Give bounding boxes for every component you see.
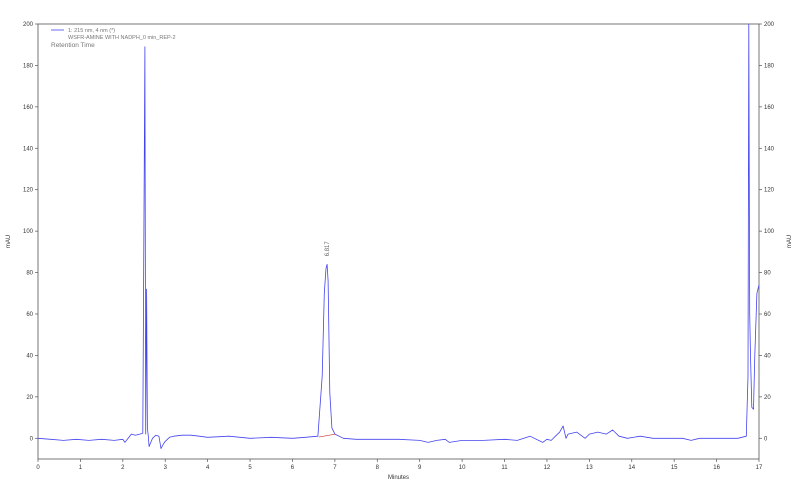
y-tick-label-right: 80 bbox=[764, 271, 771, 277]
y-tick-label-right: 140 bbox=[764, 146, 775, 152]
y-tick-label-right: 180 bbox=[764, 63, 775, 69]
x-tick-label: 0 bbox=[36, 465, 40, 471]
y-tick-label-left: 20 bbox=[26, 395, 33, 401]
y-tick-label-left: 80 bbox=[26, 271, 33, 277]
y-tick-label-right: 100 bbox=[764, 229, 775, 235]
x-tick-label: 6 bbox=[291, 465, 295, 471]
peak-baseline bbox=[318, 433, 335, 438]
x-tick-label: 5 bbox=[248, 465, 252, 471]
x-tick-label: 2 bbox=[121, 465, 125, 471]
y-axis-title-right: mAU bbox=[787, 235, 793, 248]
x-tick-label: 10 bbox=[459, 465, 466, 471]
y-tick-label-left: 140 bbox=[23, 146, 34, 152]
y-tick-label-left: 100 bbox=[23, 229, 34, 235]
legend-series-name: WSFR-AMINE WITH NADPH_0 min_REP-2 bbox=[68, 35, 176, 41]
x-tick-label: 3 bbox=[164, 465, 168, 471]
x-tick-label: 8 bbox=[376, 465, 380, 471]
y-tick-label-right: 200 bbox=[764, 22, 775, 28]
x-tick-label: 11 bbox=[501, 465, 508, 471]
x-tick-label: 1 bbox=[79, 465, 83, 471]
x-tick-label: 9 bbox=[418, 465, 422, 471]
peak-label: 6.817 bbox=[325, 241, 331, 257]
y-tick-label-right: 160 bbox=[764, 105, 775, 111]
y-tick-label-left: 160 bbox=[23, 105, 34, 111]
x-tick-label: 16 bbox=[713, 465, 720, 471]
x-axis-title: Minutes bbox=[388, 475, 409, 481]
axis-ticks: 0 1 2 3 4 5 6 7 8 9 10 11 12 13 14 15 16 170 020 2040 4060 60… bbox=[23, 22, 775, 471]
chromatogram-chart: 0 1 2 3 4 5 6 7 8 9 10 11 12 13 14 15 16 170 020 2040 4060 60… bbox=[6, 22, 793, 481]
series-line bbox=[37, 23, 760, 450]
x-tick-label: 14 bbox=[628, 465, 635, 471]
y-tick-label-left: 120 bbox=[23, 188, 34, 194]
y-tick-label-right: 120 bbox=[764, 188, 775, 194]
y-tick-label-left: 60 bbox=[26, 312, 33, 318]
y-tick-label-right: 20 bbox=[764, 395, 771, 401]
y-tick-label-right: 60 bbox=[764, 312, 771, 318]
series-layer bbox=[37, 23, 760, 450]
legend: 1: 215 nm, 4 nm (*) WSFR-AMINE WITH NADP… bbox=[51, 28, 176, 49]
y-tick-label-left: 200 bbox=[23, 22, 34, 28]
y-tick-label-left: 40 bbox=[26, 353, 33, 359]
y-tick-label-right: 0 bbox=[764, 436, 768, 442]
x-tick-label: 15 bbox=[671, 465, 678, 471]
x-tick-label: 4 bbox=[206, 465, 210, 471]
y-tick-label-right: 40 bbox=[764, 353, 771, 359]
y-axis-title-left: mAU bbox=[6, 235, 12, 248]
x-tick-label: 13 bbox=[586, 465, 593, 471]
x-tick-label: 12 bbox=[544, 465, 551, 471]
y-tick-label-left: 180 bbox=[23, 63, 34, 69]
legend-subtitle: Retention Time bbox=[51, 42, 95, 49]
y-tick-label-left: 0 bbox=[30, 436, 34, 442]
x-tick-label: 7 bbox=[333, 465, 337, 471]
legend-entry: 1: 215 nm, 4 nm (*) bbox=[68, 28, 115, 34]
x-tick-label: 17 bbox=[756, 465, 763, 471]
